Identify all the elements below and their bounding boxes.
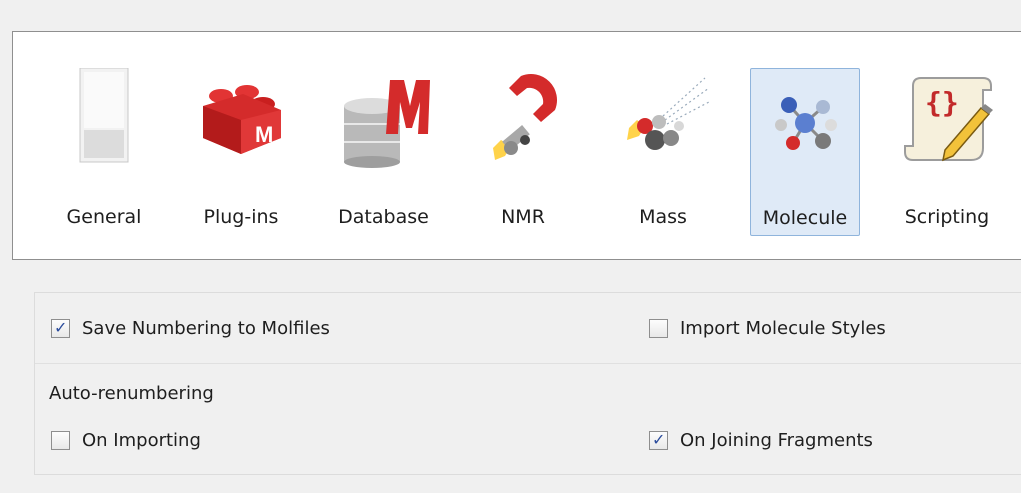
on-importing-checkbox[interactable] — [51, 431, 70, 450]
tab-label: Database — [338, 206, 429, 228]
tab-scripting[interactable]: {} Scripting — [891, 68, 1003, 236]
script-scroll-icon: {} — [899, 70, 995, 170]
svg-text:M: M — [255, 122, 273, 147]
tab-label: Molecule — [762, 207, 848, 229]
option-label: On Joining Fragments — [680, 430, 873, 451]
magnet-icon — [481, 70, 565, 174]
import-styles-option[interactable]: Import Molecule Styles — [649, 318, 886, 339]
import-styles-checkbox[interactable] — [649, 319, 668, 338]
auto-renumbering-heading: Auto-renumbering — [49, 383, 214, 404]
tab-mass[interactable]: Mass — [613, 68, 713, 236]
tab-label: General — [66, 206, 142, 228]
lego-brick-icon: M — [197, 82, 285, 162]
tab-label: Plug-ins — [203, 206, 279, 228]
tab-plug-ins[interactable]: M Plug-ins — [191, 68, 291, 236]
tab-label: NMR — [501, 206, 545, 228]
on-importing-option[interactable]: On Importing — [51, 430, 201, 451]
option-label: Save Numbering to Molfiles — [82, 318, 330, 339]
tab-label: Scripting — [904, 206, 990, 228]
database-icon — [336, 72, 432, 172]
tab-molecule[interactable]: Molecule — [750, 68, 860, 236]
on-joining-checkbox[interactable] — [649, 430, 668, 450]
preferences-toolbar: General M Plug-ins Database NMR Mass Mol… — [12, 31, 1021, 260]
molecule-icon — [769, 83, 841, 167]
tab-label: Mass — [639, 206, 687, 228]
option-label: Import Molecule Styles — [680, 318, 886, 339]
option-label: On Importing — [82, 430, 201, 451]
save-numbering-checkbox[interactable] — [51, 318, 70, 338]
svg-text:{}: {} — [925, 86, 959, 119]
mass-spec-icon — [615, 76, 711, 176]
divider — [35, 363, 1021, 364]
molecule-settings-panel: Save Numbering to Molfiles Import Molecu… — [34, 292, 1021, 475]
tab-nmr[interactable]: NMR — [483, 68, 563, 236]
save-numbering-option[interactable]: Save Numbering to Molfiles — [51, 318, 330, 339]
tab-database[interactable]: Database — [326, 68, 441, 236]
tab-general[interactable]: General — [59, 67, 149, 236]
on-joining-option[interactable]: On Joining Fragments — [649, 430, 873, 451]
switch-icon — [78, 67, 130, 168]
